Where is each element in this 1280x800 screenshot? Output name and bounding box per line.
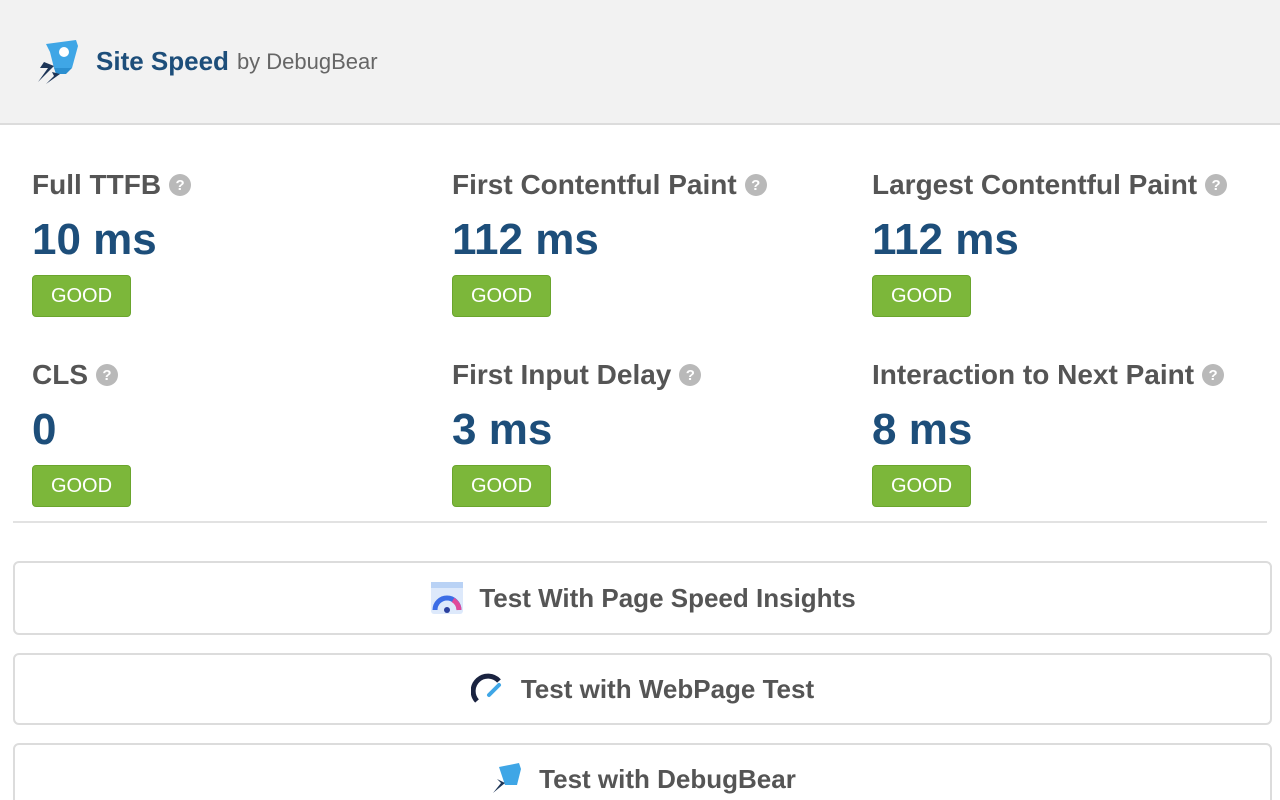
status-badge: GOOD [872, 465, 971, 507]
status-badge: GOOD [32, 275, 131, 317]
metric-full-ttfb: Full TTFB ? 10 ms GOOD [32, 165, 452, 325]
pagespeed-gauge-icon [429, 580, 465, 616]
debugbear-logo-icon [489, 761, 525, 797]
brand-name: Site Speed [96, 46, 229, 77]
metric-label: First Input Delay [452, 359, 671, 391]
metric-value: 112 ms [872, 215, 1272, 265]
app-header: Site Speed by DebugBear [0, 0, 1280, 125]
status-badge: GOOD [452, 275, 551, 317]
metric-label: CLS [32, 359, 88, 391]
metric-label: Full TTFB [32, 169, 161, 201]
metric-label: Interaction to Next Paint [872, 359, 1194, 391]
metric-label: First Contentful Paint [452, 169, 737, 201]
section-divider [13, 521, 1267, 523]
debugbear-rocket-logo-icon [32, 38, 84, 86]
help-icon[interactable]: ? [679, 364, 701, 386]
metric-value: 112 ms [452, 215, 872, 265]
metric-cls: CLS ? 0 GOOD [32, 355, 452, 515]
status-badge: GOOD [452, 465, 551, 507]
test-debugbear-button[interactable]: Test with DebugBear [13, 743, 1272, 800]
help-icon[interactable]: ? [1205, 174, 1227, 196]
test-webpagetest-button[interactable]: Test with WebPage Test [13, 653, 1272, 725]
help-icon[interactable]: ? [96, 364, 118, 386]
test-pagespeed-insights-button[interactable]: Test With Page Speed Insights [13, 561, 1272, 635]
metric-interaction-to-next-paint: Interaction to Next Paint ? 8 ms GOOD [872, 355, 1272, 515]
status-badge: GOOD [32, 465, 131, 507]
metric-value: 0 [32, 405, 452, 455]
metric-value: 10 ms [32, 215, 452, 265]
metrics-grid: Full TTFB ? 10 ms GOOD First Contentful … [0, 125, 1280, 515]
status-badge: GOOD [872, 275, 971, 317]
help-icon[interactable]: ? [745, 174, 767, 196]
metric-value: 8 ms [872, 405, 1272, 455]
help-icon[interactable]: ? [1202, 364, 1224, 386]
metric-value: 3 ms [452, 405, 872, 455]
metric-label: Largest Contentful Paint [872, 169, 1197, 201]
button-label: Test with DebugBear [539, 764, 796, 795]
button-label: Test With Page Speed Insights [479, 583, 855, 614]
webpagetest-gauge-icon [471, 671, 507, 707]
metric-largest-contentful-paint: Largest Contentful Paint ? 112 ms GOOD [872, 165, 1272, 325]
brand-byline: by DebugBear [237, 49, 378, 75]
metric-first-contentful-paint: First Contentful Paint ? 112 ms GOOD [452, 165, 872, 325]
metric-first-input-delay: First Input Delay ? 3 ms GOOD [452, 355, 872, 515]
button-label: Test with WebPage Test [521, 674, 814, 705]
help-icon[interactable]: ? [169, 174, 191, 196]
